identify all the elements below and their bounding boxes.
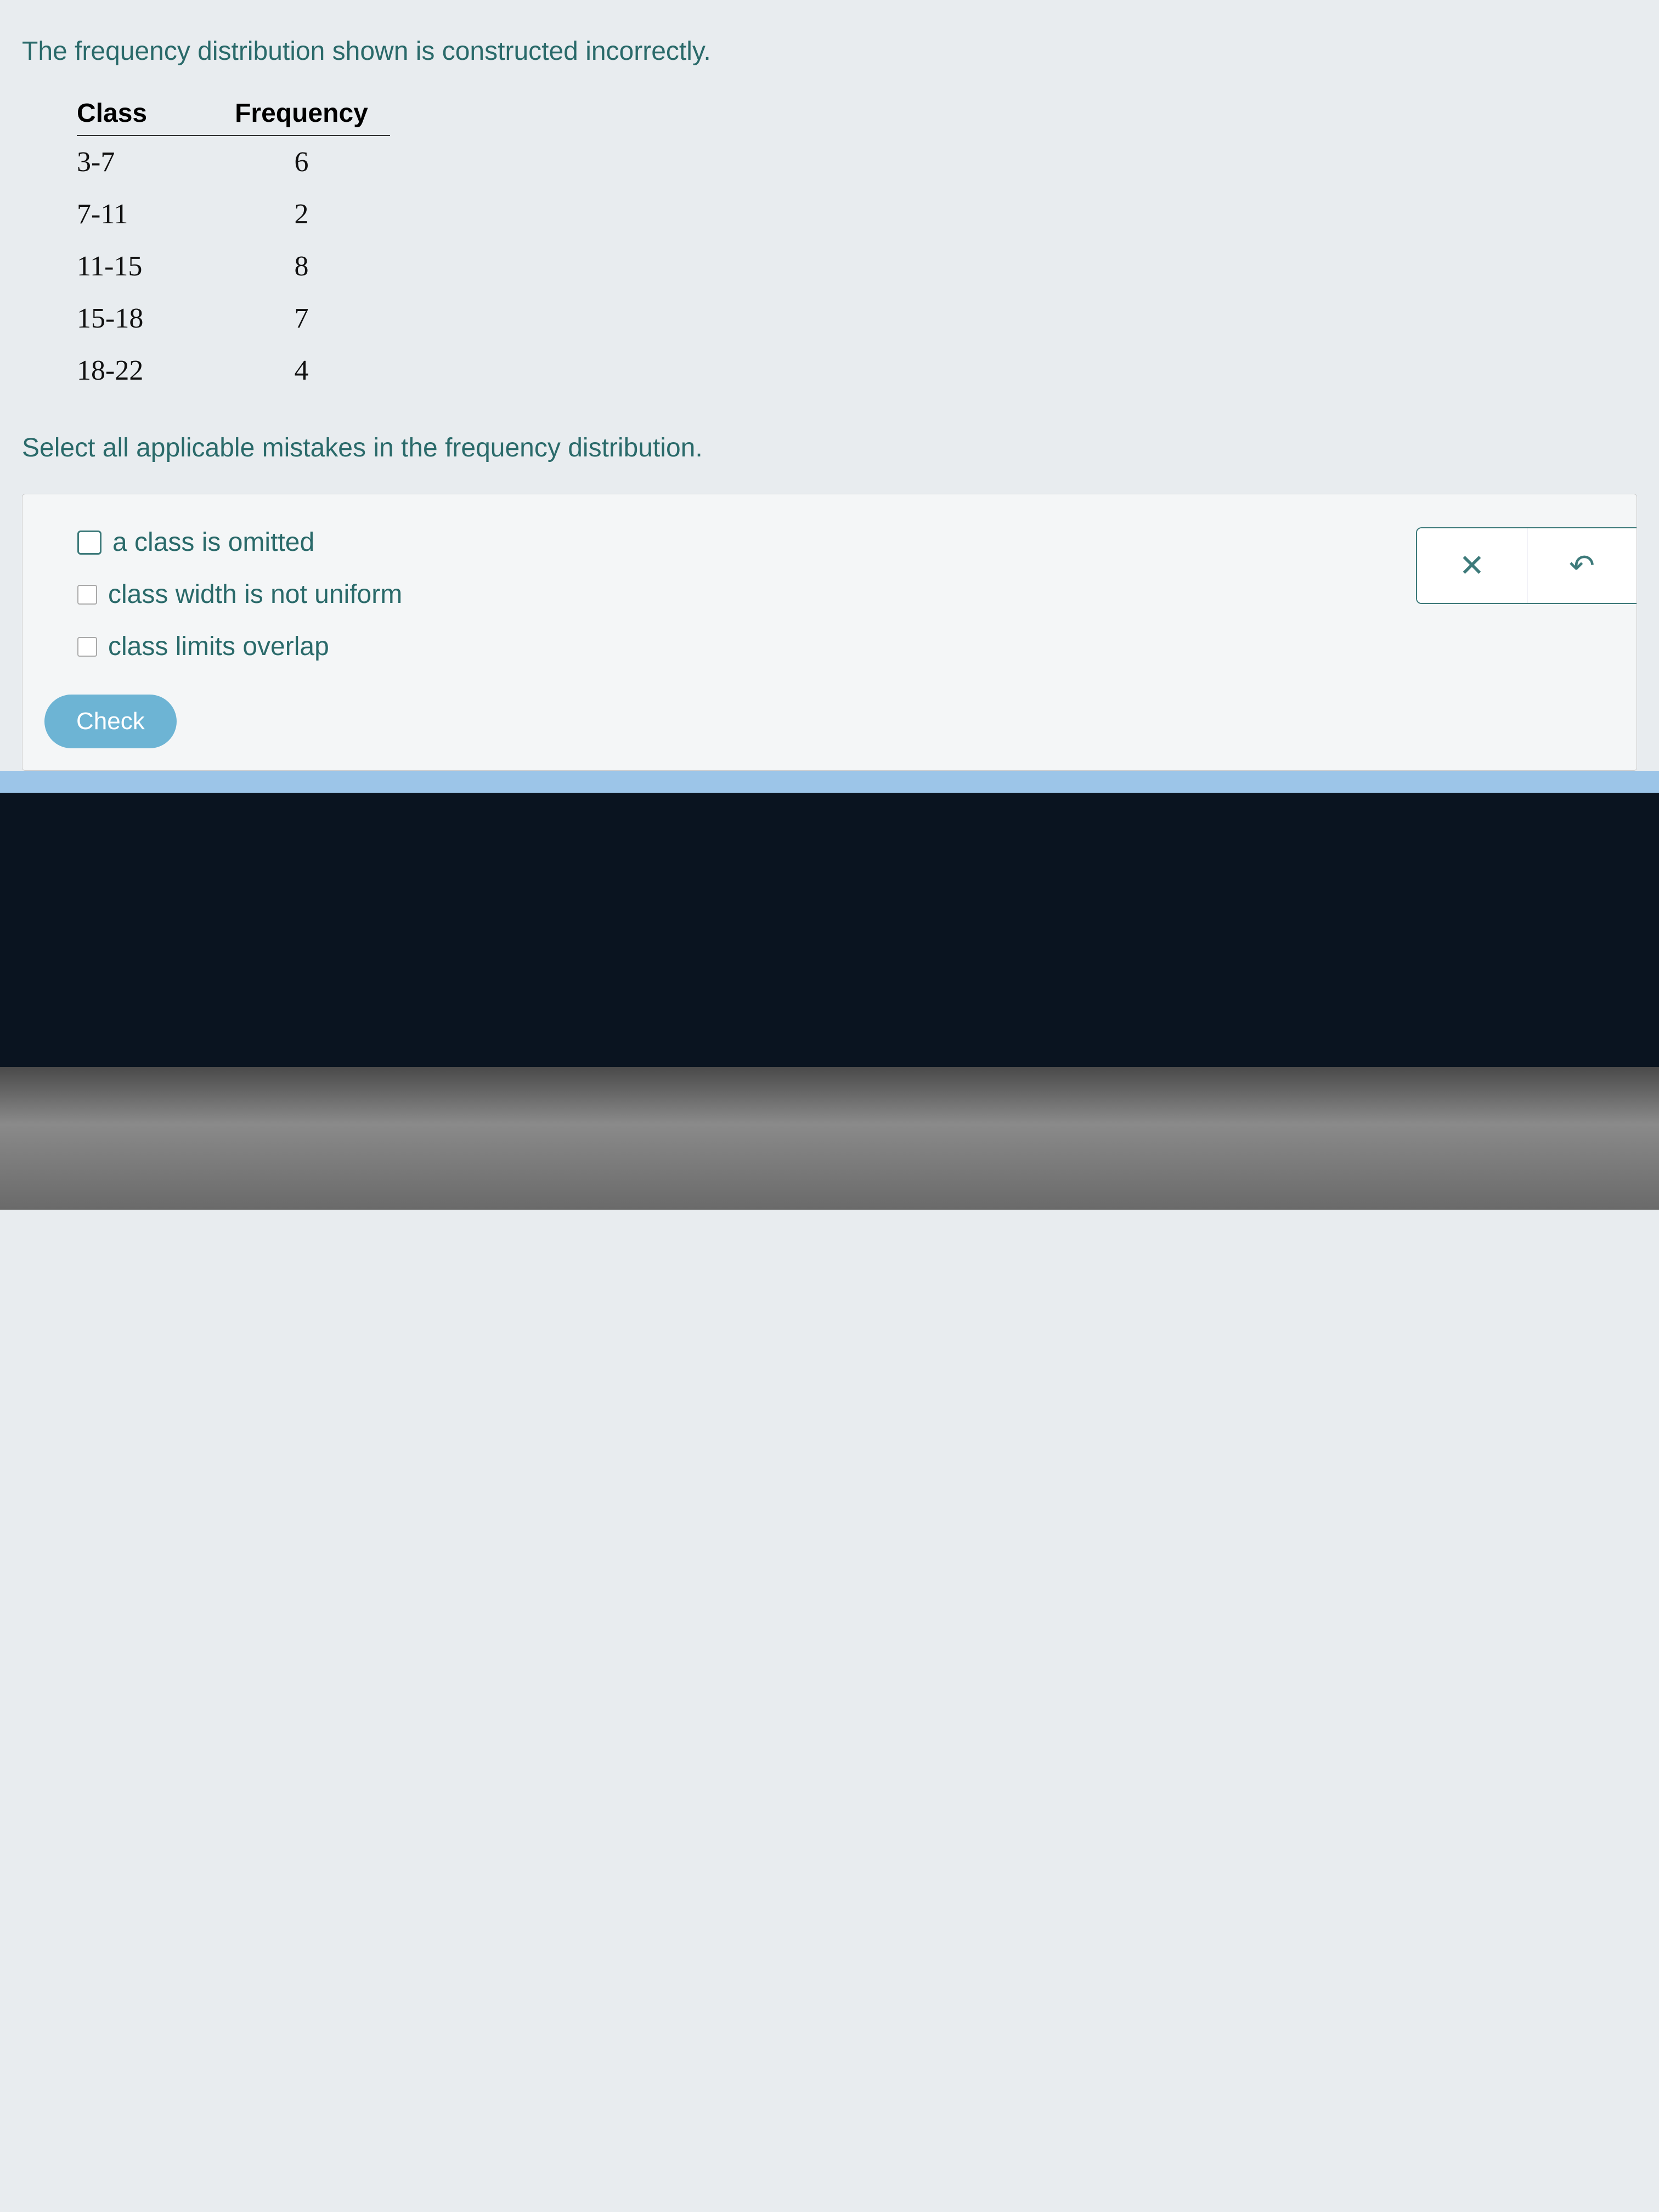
table-row: 7-11 2: [77, 188, 390, 240]
laptop-frame: [0, 1067, 1659, 1210]
answer-panel: ✕ ↶ a class is omitted class width is no…: [22, 494, 1637, 771]
option-label: class limits overlap: [108, 631, 329, 662]
table-row: 18-22 4: [77, 345, 390, 397]
cell-class: 18-22: [77, 345, 169, 397]
progress-bar: [0, 771, 1659, 793]
cell-class: 11-15: [77, 240, 169, 292]
options-list: a class is omitted class width is not un…: [77, 527, 1615, 662]
undo-icon: ↶: [1569, 548, 1595, 584]
option-label: a class is omitted: [112, 527, 314, 557]
table-header-frequency: Frequency: [169, 92, 390, 136]
check-button[interactable]: Check: [44, 695, 177, 748]
cell-frequency: 2: [169, 188, 390, 240]
frequency-table: Class Frequency 3-7 6 7-11 2 11-15 8 15-…: [77, 92, 390, 397]
table-header-class: Class: [77, 92, 169, 136]
question-prompt: The frequency distribution shown is cons…: [22, 33, 1637, 70]
cell-class: 15-18: [77, 292, 169, 345]
option-a-class-is-omitted[interactable]: a class is omitted: [77, 527, 1615, 557]
option-class-width-not-uniform[interactable]: class width is not uniform: [77, 579, 1615, 610]
reset-button[interactable]: ↶: [1527, 528, 1637, 603]
cell-frequency: 4: [169, 345, 390, 397]
x-icon: ✕: [1459, 548, 1485, 584]
option-class-limits-overlap[interactable]: class limits overlap: [77, 631, 1615, 662]
table-row: 11-15 8: [77, 240, 390, 292]
checkbox-icon[interactable]: [77, 585, 97, 605]
screen-bezel: [0, 793, 1659, 1067]
checkbox-icon[interactable]: [77, 637, 97, 657]
cell-frequency: 6: [169, 136, 390, 188]
table-row: 15-18 7: [77, 292, 390, 345]
clear-button[interactable]: ✕: [1417, 528, 1527, 603]
option-label: class width is not uniform: [108, 579, 402, 610]
cell-frequency: 7: [169, 292, 390, 345]
cell-frequency: 8: [169, 240, 390, 292]
cell-class: 7-11: [77, 188, 169, 240]
checkbox-icon[interactable]: [77, 531, 101, 555]
answer-toolbar: ✕ ↶: [1416, 527, 1637, 604]
instruction-text: Select all applicable mistakes in the fr…: [22, 430, 1637, 466]
cell-class: 3-7: [77, 136, 169, 188]
table-row: 3-7 6: [77, 136, 390, 188]
